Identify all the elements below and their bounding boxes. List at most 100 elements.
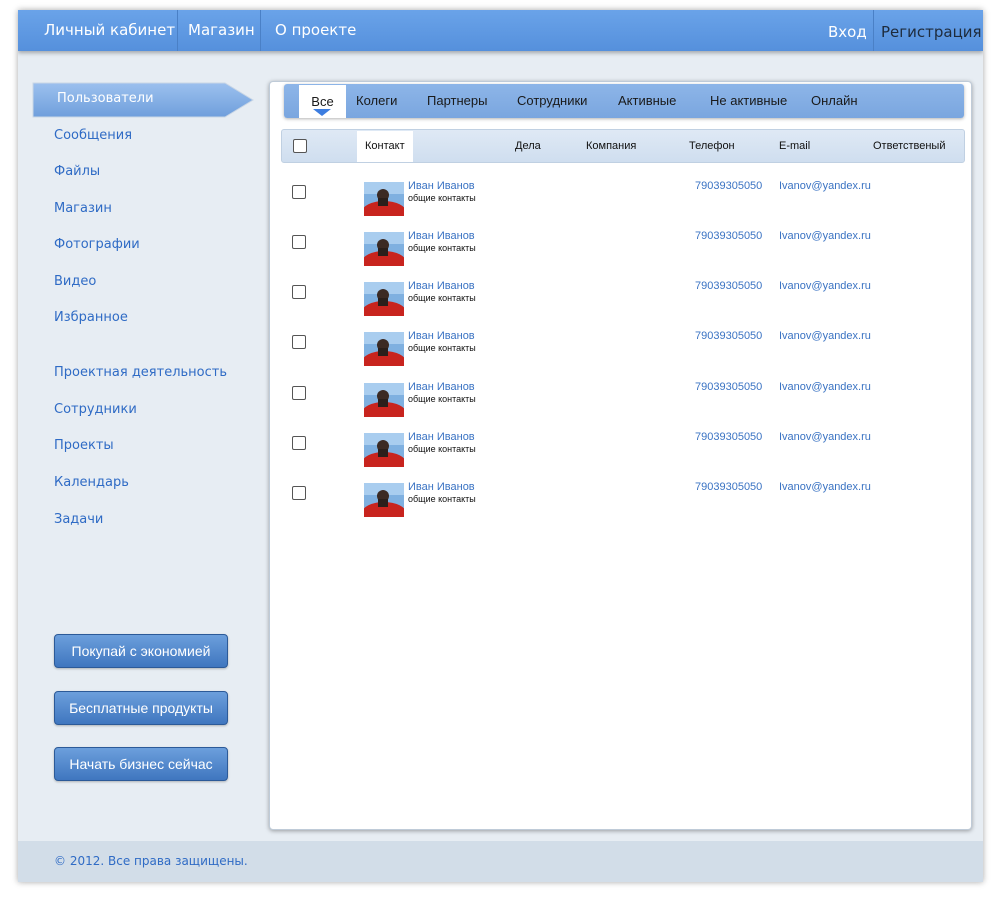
tab-colleagues[interactable]: Колеги [356,84,397,118]
nav-divider [873,10,874,51]
contact-phone[interactable]: 79039305050 [695,230,762,242]
contact-name-link[interactable]: Иван Иванов [408,180,475,192]
avatar[interactable] [364,182,404,216]
avatar-photo [364,232,404,266]
contact-email[interactable]: Ivanov@yandex.ru [779,481,871,493]
buy-savings-button[interactable]: Покупай с экономией [54,634,228,668]
filter-tabs: Все Колеги Партнеры Сотрудники Активные … [284,84,964,118]
select-all-checkbox[interactable] [293,139,307,153]
contact-group: общие контакты [408,494,476,504]
active-tab-indicator-icon [313,109,331,116]
contact-group: общие контакты [408,243,476,253]
contact-phone[interactable]: 79039305050 [695,381,762,393]
sidebar-item-calendar[interactable]: Календарь [54,475,129,490]
contact-email[interactable]: Ivanov@yandex.ru [779,280,871,292]
sidebar-item-tasks[interactable]: Задачи [54,512,103,527]
nav-divider [177,10,178,51]
tab-all[interactable]: Все [299,85,346,118]
sidebar-item-employees[interactable]: Сотрудники [54,402,137,417]
column-email[interactable]: E-mail [779,130,810,162]
contact-name-link[interactable]: Иван Иванов [408,431,475,443]
sidebar-item-shop[interactable]: Магазин [54,201,112,216]
sidebar-item-users[interactable]: Пользователи [32,82,255,118]
nav-divider [260,10,261,51]
table-row: Иван Иванов общие контакты 79039305050 I… [281,325,963,366]
top-navbar: Личный кабинет Магазин О проекте Вход Ре… [18,10,983,51]
footer: © 2012. Все права защищены. [18,841,983,882]
tab-active[interactable]: Активные [618,84,676,118]
table-row: Иван Иванов общие контакты 79039305050 I… [281,476,963,517]
avatar[interactable] [364,433,404,467]
sidebar-item-favorites[interactable]: Избранное [54,310,128,325]
contact-phone[interactable]: 79039305050 [695,180,762,192]
row-checkbox[interactable] [292,185,306,199]
table-row: Иван Иванов общие контакты 79039305050 I… [281,426,963,467]
nav-personal-cabinet[interactable]: Личный кабинет [44,10,175,51]
avatar[interactable] [364,282,404,316]
contact-group: общие контакты [408,193,476,203]
start-business-button[interactable]: Начать бизнес сейчас [54,747,228,781]
sidebar-item-messages[interactable]: Сообщения [54,128,132,143]
sidebar-item-files[interactable]: Файлы [54,164,100,179]
avatar[interactable] [364,483,404,517]
nav-shop[interactable]: Магазин [188,10,255,51]
table-row: Иван Иванов общие контакты 79039305050 I… [281,275,963,316]
contact-phone[interactable]: 79039305050 [695,481,762,493]
contact-phone[interactable]: 79039305050 [695,280,762,292]
tab-inactive[interactable]: Не активные [710,84,787,118]
contact-name-link[interactable]: Иван Иванов [408,481,475,493]
sidebar-item-label: Пользователи [57,91,154,106]
contact-email[interactable]: Ivanov@yandex.ru [779,330,871,342]
contact-name-link[interactable]: Иван Иванов [408,381,475,393]
contact-email[interactable]: Ivanov@yandex.ru [779,180,871,192]
tab-partners[interactable]: Партнеры [427,84,487,118]
avatar[interactable] [364,332,404,366]
sidebar-item-video[interactable]: Видео [54,274,96,289]
column-company[interactable]: Компания [586,130,636,162]
contact-phone[interactable]: 79039305050 [695,330,762,342]
table-header: Контакт Дела Компания Телефон E-mail Отв… [281,129,965,163]
sidebar-item-photos[interactable]: Фотографии [54,237,140,252]
contact-name-link[interactable]: Иван Иванов [408,230,475,242]
row-checkbox[interactable] [292,436,306,450]
row-checkbox[interactable] [292,235,306,249]
avatar-photo [364,332,404,366]
column-tasks[interactable]: Дела [515,130,541,162]
contact-email[interactable]: Ivanov@yandex.ru [779,381,871,393]
app-frame: Личный кабинет Магазин О проекте Вход Ре… [18,10,983,882]
row-checkbox[interactable] [292,486,306,500]
contact-group: общие контакты [408,444,476,454]
contact-email[interactable]: Ivanov@yandex.ru [779,230,871,242]
tab-employees[interactable]: Сотрудники [517,84,587,118]
table-row: Иван Иванов общие контакты 79039305050 I… [281,376,963,417]
login-link[interactable]: Вход [828,10,867,51]
free-products-button[interactable]: Бесплатные продукты [54,691,228,725]
tab-online[interactable]: Онлайн [811,84,858,118]
avatar[interactable] [364,232,404,266]
column-contact[interactable]: Контакт [357,131,413,162]
tab-label: Все [311,94,334,109]
row-checkbox[interactable] [292,285,306,299]
contact-phone[interactable]: 79039305050 [695,431,762,443]
table-row: Иван Иванов общие контакты 79039305050 I… [281,225,963,266]
table-row: Иван Иванов общие контакты 79039305050 I… [281,175,963,216]
column-responsible[interactable]: Ответственый [873,130,945,162]
sidebar-item-projects[interactable]: Проекты [54,438,114,453]
contacts-panel: Все Колеги Партнеры Сотрудники Активные … [269,81,972,830]
contact-email[interactable]: Ivanov@yandex.ru [779,431,871,443]
avatar-photo [364,433,404,467]
avatar-photo [364,483,404,517]
row-checkbox[interactable] [292,335,306,349]
row-checkbox[interactable] [292,386,306,400]
contact-name-link[interactable]: Иван Иванов [408,330,475,342]
contact-name-link[interactable]: Иван Иванов [408,280,475,292]
register-link[interactable]: Регистрация [881,10,982,51]
contact-group: общие контакты [408,394,476,404]
avatar-photo [364,282,404,316]
contact-group: общие контакты [408,293,476,303]
nav-about[interactable]: О проекте [275,10,356,51]
contact-group: общие контакты [408,343,476,353]
sidebar-item-project-activity[interactable]: Проектная деятельность [54,365,227,380]
column-phone[interactable]: Телефон [689,130,735,162]
avatar[interactable] [364,383,404,417]
